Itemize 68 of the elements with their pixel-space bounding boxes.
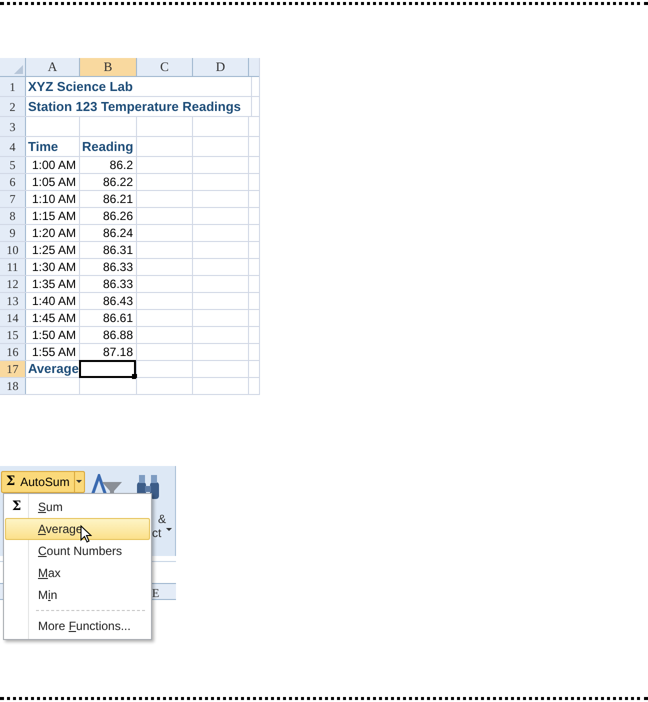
row-header[interactable]: 4 bbox=[0, 137, 26, 156]
table-cell-text: 86.31 bbox=[102, 242, 134, 259]
table-cell-text: 87.18 bbox=[102, 344, 134, 361]
menu-item[interactable]: Max bbox=[5, 562, 150, 584]
ribbon-label: & bbox=[158, 511, 166, 528]
fill-handle[interactable] bbox=[132, 374, 137, 379]
pointer-cursor-icon bbox=[80, 525, 92, 543]
table-cell-text: 86.43 bbox=[102, 293, 134, 310]
table-cell-text: 1:25 AM bbox=[32, 242, 77, 259]
table-cell-text: 86.22 bbox=[102, 174, 134, 191]
table-cell-text: 1:15 AM bbox=[32, 208, 77, 225]
table-cell-text: 86.88 bbox=[102, 327, 134, 344]
row-header[interactable]: 1 bbox=[0, 77, 26, 96]
row-header[interactable]: 16 bbox=[0, 344, 26, 360]
button-label: AutoSum bbox=[20, 474, 70, 491]
row-header[interactable]: 7 bbox=[0, 191, 26, 207]
row-header[interactable]: 13 bbox=[0, 293, 26, 309]
row-header[interactable]: 6 bbox=[0, 174, 26, 190]
active-cell[interactable] bbox=[79, 360, 136, 378]
table-cell-text: 1:55 AM bbox=[32, 344, 77, 361]
row-header[interactable]: 11 bbox=[0, 259, 26, 275]
column-header[interactable]: D bbox=[193, 58, 249, 76]
autosum-dropdown[interactable] bbox=[74, 472, 84, 492]
table-cell-text: 1:50 AM bbox=[32, 327, 77, 344]
heading-text: Time bbox=[28, 138, 58, 156]
table-cell-text: 86.2 bbox=[110, 157, 134, 174]
sigma-icon: Σ bbox=[12, 497, 22, 517]
column-header[interactable]: C bbox=[137, 58, 193, 76]
table-cell-text: 86.61 bbox=[102, 310, 134, 327]
menu-item[interactable]: More Functions... bbox=[5, 615, 150, 637]
table-cell-text: 86.24 bbox=[102, 225, 134, 242]
column-header[interactable]: B bbox=[80, 58, 137, 76]
row-header[interactable]: 5 bbox=[0, 157, 26, 173]
caret-icon bbox=[166, 528, 172, 532]
row-header[interactable]: 2 bbox=[0, 97, 26, 116]
menu-item[interactable]: Min bbox=[5, 584, 150, 606]
title-text: Station 123 Temperature Readings bbox=[28, 98, 241, 116]
row-header[interactable]: 17 bbox=[0, 361, 26, 377]
column-header[interactable]: E bbox=[152, 584, 160, 602]
table-cell-text: 1:05 AM bbox=[32, 174, 77, 191]
table-cell-text: 86.21 bbox=[102, 191, 134, 208]
heading-text: Average bbox=[28, 360, 79, 378]
sigma-icon: Σ bbox=[6, 472, 16, 492]
menu-item[interactable]: Count Numbers bbox=[5, 540, 150, 562]
table-cell-text: 1:40 AM bbox=[32, 293, 77, 310]
table-cell-text: 1:45 AM bbox=[32, 310, 77, 327]
row-header[interactable]: 8 bbox=[0, 208, 26, 224]
ribbon-label: ct bbox=[152, 525, 162, 542]
row-header[interactable]: 10 bbox=[0, 242, 26, 258]
table-cell-text: 86.33 bbox=[102, 259, 134, 276]
menu-item[interactable]: Average bbox=[5, 518, 150, 540]
table-cell-text: 1:30 AM bbox=[32, 259, 77, 276]
heading-text: Reading bbox=[82, 138, 134, 156]
table-cell-text: 1:00 AM bbox=[32, 157, 77, 174]
row-header[interactable]: 9 bbox=[0, 225, 26, 241]
row-header[interactable]: 3 bbox=[0, 117, 26, 136]
title-text: XYZ Science Lab bbox=[28, 78, 133, 96]
row-header[interactable]: 15 bbox=[0, 327, 26, 343]
caret-icon bbox=[76, 480, 82, 484]
table-cell-text: 1:35 AM bbox=[32, 276, 77, 293]
row-header[interactable]: 14 bbox=[0, 310, 26, 326]
row-header[interactable]: 18 bbox=[0, 378, 26, 394]
table-cell-text: 1:10 AM bbox=[32, 191, 77, 208]
row-header[interactable]: 12 bbox=[0, 276, 26, 292]
menu-item[interactable]: Σ Sum bbox=[5, 496, 150, 518]
table-cell-text: 1:20 AM bbox=[32, 225, 77, 242]
table-cell-text: 86.33 bbox=[102, 276, 134, 293]
table-cell-text: 86.26 bbox=[102, 208, 134, 225]
